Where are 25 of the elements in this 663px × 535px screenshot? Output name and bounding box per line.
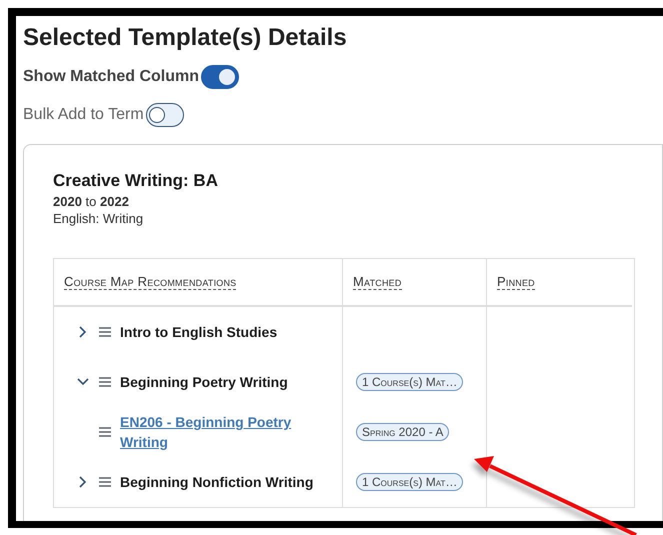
chevron-right-icon[interactable] <box>79 326 87 338</box>
column-header[interactable]: Course Map Recommendations <box>64 274 236 290</box>
toggle-switch[interactable] <box>201 65 239 89</box>
course-link[interactable]: EN206 - Beginning Poetry Writing <box>120 412 320 452</box>
year-range: 2020 to 2022 <box>53 194 130 209</box>
drag-handle-icon[interactable] <box>99 327 111 337</box>
drag-handle-icon[interactable] <box>99 427 111 437</box>
matched-badge[interactable]: 1 Course(s) Mat… <box>356 373 464 391</box>
chevron-right-icon[interactable] <box>79 476 87 488</box>
page-title: Selected Template(s) Details <box>23 24 348 52</box>
column-header[interactable]: Matched <box>353 274 402 290</box>
matched-badge[interactable]: Spring 2020 - A <box>356 423 450 441</box>
course-group-label: Beginning Poetry Writing <box>120 374 288 390</box>
column-header[interactable]: Pinned <box>497 274 535 290</box>
template-name: Creative Writing: BA <box>53 171 219 191</box>
matched-badge[interactable]: 1 Course(s) Mat… <box>356 473 464 491</box>
drag-handle-icon[interactable] <box>99 377 111 387</box>
course-group-label: Intro to English Studies <box>120 324 278 340</box>
toggle-label: Show Matched Column <box>23 68 199 86</box>
chevron-down-icon[interactable] <box>77 378 89 386</box>
toggle-label: Bulk Add to Term <box>23 106 144 124</box>
department-label: English: Writing <box>53 211 144 226</box>
course-group-label: Beginning Nonfiction Writing <box>120 474 314 490</box>
toggle-switch[interactable] <box>146 103 184 127</box>
drag-handle-icon[interactable] <box>99 477 111 487</box>
